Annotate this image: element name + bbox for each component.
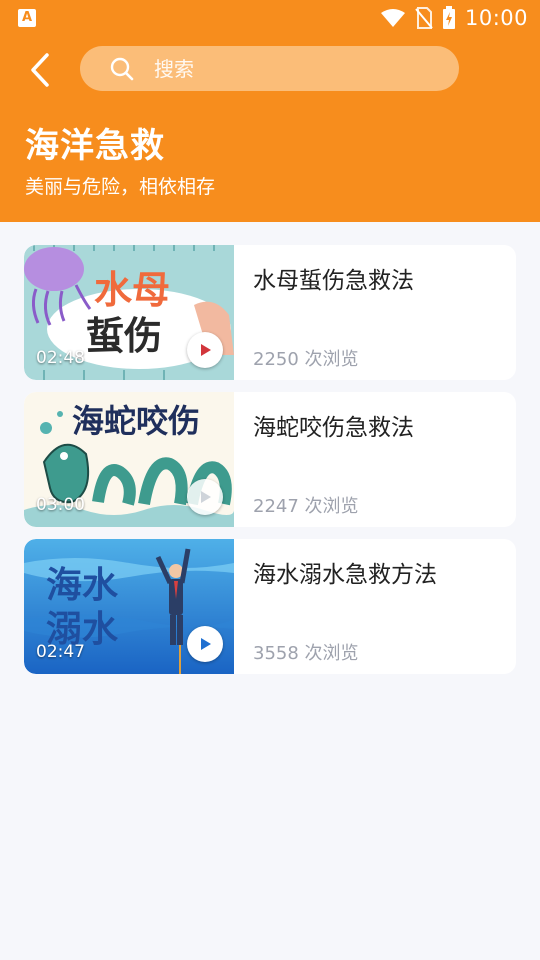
- play-icon: [201, 638, 211, 650]
- video-title[interactable]: 海水溺水急救方法: [253, 555, 437, 589]
- video-title[interactable]: 水母蜇伤急救法: [253, 261, 414, 295]
- view-count: 2247 次浏览: [253, 496, 359, 517]
- wifi-icon: [380, 9, 405, 27]
- play-button[interactable]: [187, 479, 223, 515]
- video-duration: 02:48: [36, 348, 85, 368]
- play-button[interactable]: [187, 332, 223, 368]
- app-notification-icon: A: [18, 9, 36, 27]
- video-thumbnail[interactable]: 水母 蜇伤 02:48: [24, 245, 234, 380]
- status-time: 10:00: [464, 6, 528, 30]
- thumbnail-text-2: 蜇伤: [86, 314, 162, 358]
- video-title[interactable]: 海蛇咬伤急救法: [253, 408, 414, 442]
- page-title: 海洋急救: [25, 126, 165, 166]
- thumbnail-text-1: 海水: [46, 565, 119, 606]
- video-card[interactable]: 海蛇咬伤 03:00 海蛇咬伤急救法 2247 次浏览: [24, 392, 516, 527]
- chevron-left-icon: [31, 53, 49, 87]
- page-subtitle: 美丽与危险，相依相存: [25, 176, 216, 198]
- view-count: 3558 次浏览: [253, 643, 359, 664]
- play-icon: [201, 344, 211, 356]
- back-button[interactable]: [22, 50, 58, 90]
- video-card[interactable]: 海水 溺水 02:47 海水溺水急救方法 3558 次浏览: [24, 539, 516, 674]
- battery-icon: [442, 6, 455, 29]
- thumbnail-text-1: 水母: [94, 268, 170, 312]
- thumbnail-text-1: 海蛇咬伤: [72, 402, 200, 440]
- header: A 10:00 搜索 海洋急救 美丽与危险，相依相存: [0, 0, 540, 222]
- video-duration: 02:47: [36, 642, 85, 662]
- video-duration: 03:00: [36, 495, 85, 515]
- video-card[interactable]: 水母 蜇伤 02:48 水母蜇伤急救法 2250 次浏览: [24, 245, 516, 380]
- video-thumbnail[interactable]: 海蛇咬伤 03:00: [24, 392, 234, 527]
- view-count: 2250 次浏览: [253, 349, 359, 370]
- play-icon: [201, 491, 211, 503]
- video-list: 水母 蜇伤 02:48 水母蜇伤急救法 2250 次浏览 海蛇咬伤 03:00 …: [24, 245, 516, 686]
- video-thumbnail[interactable]: 海水 溺水 02:47: [24, 539, 234, 674]
- no-sim-icon: [415, 7, 433, 29]
- search-box[interactable]: [80, 46, 459, 91]
- status-bar: A 10:00: [0, 0, 540, 36]
- search-input[interactable]: [152, 55, 416, 82]
- play-button[interactable]: [187, 626, 223, 662]
- search-icon: [110, 57, 134, 81]
